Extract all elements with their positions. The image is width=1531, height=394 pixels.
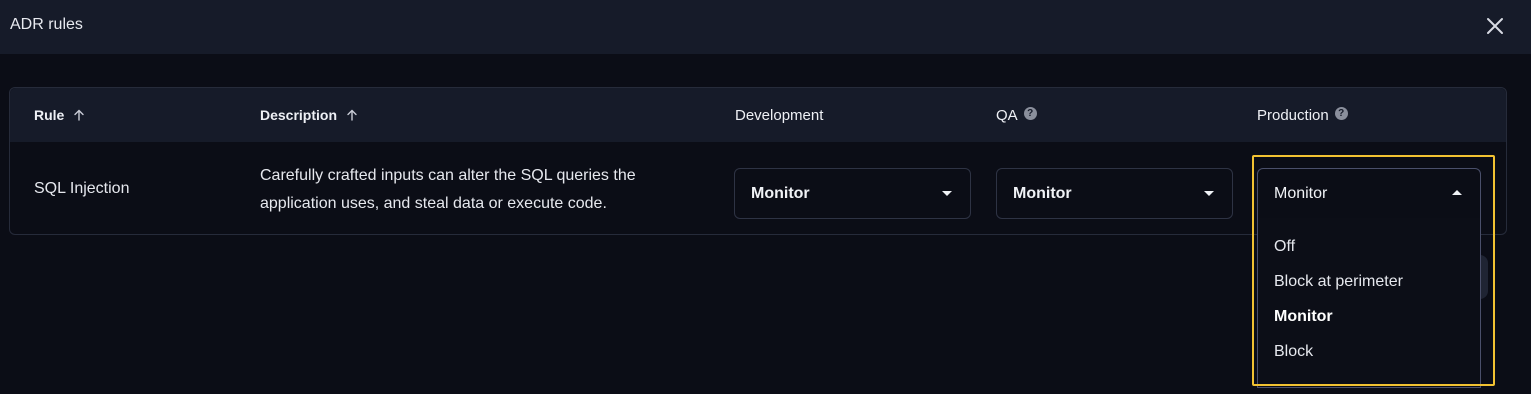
dropdown-option-block[interactable]: Block (1274, 343, 1313, 361)
column-header-qa: QA ? (996, 88, 1037, 142)
column-label-production: Production (1257, 106, 1329, 124)
chevron-down-icon (1204, 191, 1214, 196)
dropdown-option-off[interactable]: Off (1274, 238, 1295, 256)
column-label-development: Development (735, 106, 824, 124)
column-header-development: Development (735, 88, 823, 142)
production-dropdown-menu: Off Block at perimeter Monitor Block (1257, 218, 1481, 388)
column-header-rule[interactable]: Rule (34, 88, 85, 142)
qa-select[interactable]: Monitor (996, 168, 1233, 219)
production-select[interactable]: Monitor (1257, 168, 1481, 219)
column-header-production: Production ? (1257, 88, 1348, 142)
table-header: Rule Description Development QA ? Produc… (10, 88, 1506, 142)
development-select[interactable]: Monitor (734, 168, 971, 219)
help-icon[interactable]: ? (1023, 106, 1037, 120)
adr-rules-dialog: ADR rules Rule Description Development Q… (0, 0, 1531, 394)
select-value: Monitor (1013, 184, 1072, 202)
column-label-description: Description (260, 107, 338, 123)
rule-description-line: application uses, and steal data or exec… (260, 195, 607, 212)
close-button[interactable] (1483, 14, 1507, 38)
chevron-up-icon (1452, 190, 1462, 195)
dialog-header: ADR rules (0, 0, 1531, 54)
dropdown-option-block-at-perimeter[interactable]: Block at perimeter (1274, 273, 1403, 291)
select-value: Monitor (1274, 184, 1328, 202)
column-label-rule: Rule (34, 107, 65, 123)
column-label-qa: QA (996, 106, 1018, 124)
help-icon[interactable]: ? (1334, 106, 1348, 120)
rules-table: Rule Description Development QA ? Produc… (9, 87, 1507, 235)
rule-description: Carefully crafted inputs can alter the S… (260, 162, 636, 218)
column-header-description[interactable]: Description (260, 88, 358, 142)
dialog-title: ADR rules (10, 16, 83, 33)
sort-arrow-up-icon[interactable] (73, 109, 85, 121)
rule-name: SQL Injection (34, 180, 130, 197)
select-value: Monitor (751, 184, 810, 202)
dropdown-option-monitor[interactable]: Monitor (1274, 308, 1333, 326)
rule-description-line: Carefully crafted inputs can alter the S… (260, 167, 636, 184)
sort-arrow-up-icon[interactable] (346, 109, 358, 121)
chevron-down-icon (942, 191, 952, 196)
close-icon (1487, 18, 1503, 34)
